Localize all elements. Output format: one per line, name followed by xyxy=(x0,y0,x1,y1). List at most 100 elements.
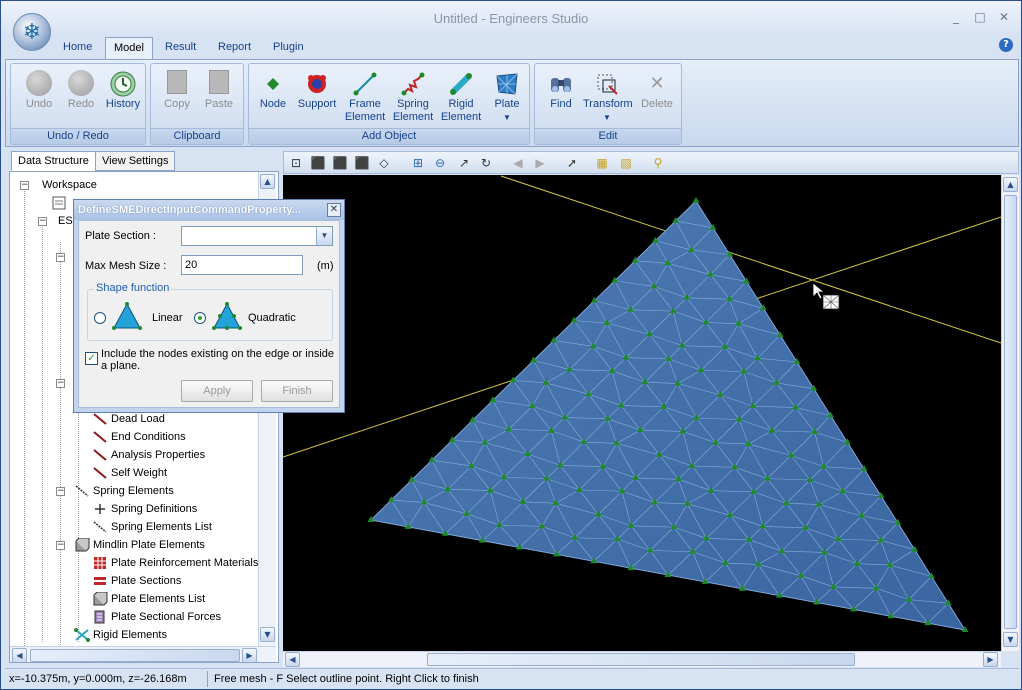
chevron-down-icon[interactable]: ▼ xyxy=(316,227,332,245)
tab-report[interactable]: Report xyxy=(210,37,259,59)
viewport-vertical-thumb[interactable] xyxy=(1004,195,1017,629)
tree-horizontal-scrollbar[interactable]: ◀ ▶ xyxy=(10,646,276,662)
plate-section-label: Plate Section : xyxy=(85,230,156,242)
tree-item-self-weight[interactable]: Self Weight xyxy=(92,464,167,482)
pan-icon[interactable]: ↗ xyxy=(456,155,472,171)
quadratic-radio[interactable] xyxy=(194,312,206,324)
tab-result[interactable]: Result xyxy=(157,37,204,59)
forward-icon[interactable]: ▶ xyxy=(532,155,548,171)
application-menu-button[interactable]: ❄ xyxy=(13,13,51,51)
tree-item-analysis-properties[interactable]: Analysis Properties xyxy=(92,446,205,464)
transform-dropdown-arrow-icon[interactable]: ▼ xyxy=(583,111,631,124)
view-cube-front-icon[interactable]: ⬛ xyxy=(310,155,326,171)
tab-view-settings[interactable]: View Settings xyxy=(95,151,176,171)
fit-view-icon[interactable]: ⊡ xyxy=(288,155,304,171)
node-button[interactable]: Node xyxy=(249,68,297,126)
tree-item-plate-sections[interactable]: Plate Sections xyxy=(92,572,181,590)
include-nodes-checkbox[interactable]: ✓ xyxy=(85,352,98,365)
max-mesh-size-label: Max Mesh Size : xyxy=(85,260,167,272)
loads-expander-icon[interactable]: − xyxy=(56,379,65,388)
tree-item-spring-elements[interactable]: Spring Elements xyxy=(74,482,174,500)
viewport-scroll-down-icon[interactable]: ▼ xyxy=(1003,632,1018,647)
close-button[interactable]: ✕ xyxy=(995,9,1013,25)
maximize-button[interactable]: □ xyxy=(971,9,989,25)
apply-button[interactable]: Apply xyxy=(181,380,253,402)
snowflake-icon: ❄ xyxy=(22,19,42,45)
mindlin-expander-icon[interactable]: − xyxy=(56,541,65,550)
viewport-horizontal-thumb[interactable] xyxy=(427,653,855,666)
search-icon[interactable]: ⚲ xyxy=(650,155,666,171)
viewport-scroll-left-icon[interactable]: ◀ xyxy=(285,652,300,667)
undo-button[interactable]: Undo xyxy=(15,68,63,126)
support-button[interactable]: Support xyxy=(293,68,341,126)
tree-item-workspace[interactable]: Workspace xyxy=(42,176,97,194)
spring-elements-expander-icon[interactable]: − xyxy=(56,487,65,496)
copy-button[interactable]: Copy xyxy=(153,68,201,126)
tab-model[interactable]: Model xyxy=(105,37,153,59)
tree-item-end-conditions[interactable]: End Conditions xyxy=(92,428,186,446)
support-label: Support xyxy=(297,98,337,110)
linear-radio[interactable] xyxy=(94,312,106,324)
back-icon[interactable]: ◀ xyxy=(510,155,526,171)
es-expander-icon[interactable]: − xyxy=(38,217,47,226)
spring-element-button[interactable]: Spring Element xyxy=(389,68,437,126)
tree-item-plate-elements-list[interactable]: Plate Elements List xyxy=(92,590,205,608)
undo-redo-group: Undo Redo History Undo / Redo xyxy=(10,63,146,145)
tree-item-mindlin-plate-elements[interactable]: Mindlin Plate Elements xyxy=(74,536,205,554)
view-cube-top-icon[interactable]: ⬛ xyxy=(332,155,348,171)
max-mesh-size-input[interactable]: 20 xyxy=(181,255,303,275)
redo-button[interactable]: Redo xyxy=(57,68,105,126)
zoom-out-icon[interactable]: ⊖ xyxy=(432,155,448,171)
finish-button[interactable]: Finish xyxy=(261,380,333,402)
tree-item-rigid-elements[interactable]: Rigid Elements xyxy=(74,626,167,644)
paste-icon xyxy=(205,70,233,98)
transform-button[interactable]: Transform ▼ xyxy=(583,68,633,126)
plate-button[interactable]: Plate ▼ xyxy=(483,68,531,126)
tab-home[interactable]: Home xyxy=(55,37,100,59)
viewport-scroll-right-icon[interactable]: ▶ xyxy=(983,652,998,667)
paste-button[interactable]: Paste xyxy=(195,68,243,126)
tab-plugin[interactable]: Plugin xyxy=(265,37,312,59)
tree-horizontal-thumb[interactable] xyxy=(30,649,240,662)
history-button[interactable]: History xyxy=(99,68,147,126)
zoom-window-icon[interactable]: ⊞ xyxy=(410,155,426,171)
tab-data-structure[interactable]: Data Structure xyxy=(11,151,96,171)
dialog-title[interactable]: DefineSMEDirectInputCommandProperty... xyxy=(74,200,344,220)
frame-element-button[interactable]: Frame Element xyxy=(341,68,389,126)
triangular-plate[interactable] xyxy=(369,200,967,631)
delete-button[interactable]: ✕ Delete xyxy=(633,68,681,126)
viewport-scroll-up-icon[interactable]: ▲ xyxy=(1003,177,1018,192)
scroll-down-icon[interactable]: ▼ xyxy=(260,627,275,642)
dead-load-label: Dead Load xyxy=(111,413,165,425)
tree-item-spring-definitions[interactable]: Spring Definitions xyxy=(92,500,197,518)
find-button[interactable]: Find xyxy=(537,68,585,126)
scroll-left-icon[interactable]: ◀ xyxy=(12,648,27,662)
viewport-horizontal-scrollbar[interactable]: ◀ ▶ xyxy=(283,651,1001,667)
dialog-close-icon[interactable]: ✕ xyxy=(327,203,341,217)
rigid-element-button[interactable]: Rigid Element xyxy=(437,68,485,126)
select-crossing-icon[interactable]: ▧ xyxy=(618,155,634,171)
select-arrow-icon[interactable]: ➚ xyxy=(564,155,580,171)
rotate-icon[interactable]: ↻ xyxy=(478,155,494,171)
tree-item-spring-elements-list[interactable]: Spring Elements List xyxy=(92,518,212,536)
group-expander-icon[interactable]: − xyxy=(56,253,65,262)
plate-dropdown-arrow-icon[interactable]: ▼ xyxy=(483,111,531,124)
view-cube-side-icon[interactable]: ⬛ xyxy=(354,155,370,171)
viewport-vertical-scrollbar[interactable]: ▲ ▼ xyxy=(1001,175,1019,651)
tree-item-es[interactable]: ES xyxy=(58,212,73,230)
workspace-expander-icon[interactable]: − xyxy=(20,181,29,190)
3d-viewport[interactable] xyxy=(283,175,1001,651)
tree-item-plate-sectional-forces[interactable]: Plate Sectional Forces xyxy=(92,608,221,626)
plate-section-select[interactable]: ▼ xyxy=(181,226,333,246)
view-cube-iso-icon[interactable]: ◇ xyxy=(376,155,392,171)
scroll-up-icon[interactable]: ▲ xyxy=(260,174,275,189)
scroll-right-icon[interactable]: ▶ xyxy=(242,648,257,662)
select-window-icon[interactable]: ▦ xyxy=(594,155,610,171)
help-icon[interactable]: ? xyxy=(999,38,1013,52)
model-canvas[interactable] xyxy=(283,175,1001,651)
minimize-button[interactable]: _ xyxy=(947,9,965,25)
viewport-toolbar: ⊡ ⬛ ⬛ ⬛ ◇ ⊞ ⊖ ↗ ↻ ◀ ▶ ➚ ▦ ▧ ⚲ xyxy=(283,151,1019,174)
plate-surface xyxy=(369,200,967,631)
tree-item-plate-reinforcement-materials[interactable]: Plate Reinforcement Materials xyxy=(92,554,258,572)
title-bar: Untitled - Engineers Studio _ □ ✕ xyxy=(1,1,1021,37)
